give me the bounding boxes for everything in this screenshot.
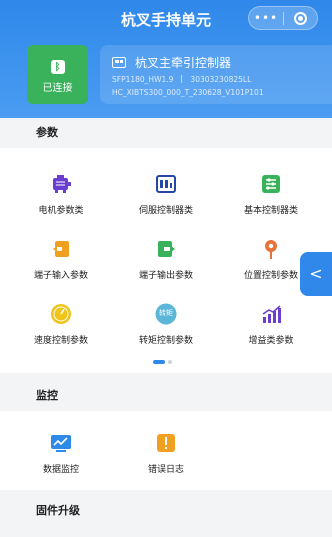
grid-item-label: 伺服控制器类: [138, 206, 193, 216]
grid-item-servo-controller[interactable]: 伺服控制器类: [111, 173, 221, 216]
data-monitor-icon: [50, 432, 72, 454]
device-info-card[interactable]: 杭叉主牵引控制器 SFP1180_HW1.9 30303230825LL HC_X…: [100, 45, 332, 104]
grid-item-torque-control[interactable]: 转矩 转矩控制参数: [111, 303, 221, 346]
connection-status-button[interactable]: ᛒ 已连接: [27, 45, 88, 104]
bluetooth-icon: ᛒ: [50, 60, 65, 74]
grid-item-gain-params[interactable]: 增益类参数: [216, 303, 326, 346]
torque-icon-badge: 转矩: [159, 309, 173, 317]
speed-gauge-icon: [50, 303, 72, 325]
grid-item-data-monitor[interactable]: 数据监控: [6, 432, 116, 475]
mini-program-capsule: •••: [248, 6, 318, 30]
grid-item-label: 速度控制参数: [33, 336, 88, 346]
device-hardware: SFP1180_HW1.9: [112, 75, 174, 84]
grid-item-error-log[interactable]: 错误日志: [111, 432, 221, 475]
section-title-params: 参数: [0, 118, 332, 148]
basic-controller-icon: [260, 173, 282, 195]
monitor-panel: 数据监控 错误日志: [0, 411, 332, 490]
grid-item-label: 错误日志: [147, 465, 184, 475]
device-serial: 30303230825LL: [190, 75, 252, 84]
more-dots-icon[interactable]: •••: [249, 7, 283, 29]
device-hw-serial: SFP1180_HW1.9 30303230825LL: [112, 75, 251, 84]
grid-item-label: 增益类参数: [248, 336, 294, 346]
motor-icon: [50, 173, 72, 195]
section-title-firmware: 固件升级: [0, 496, 332, 526]
grid-item-basic-controller[interactable]: 基本控制器类: [216, 173, 326, 216]
target-icon[interactable]: [284, 11, 317, 25]
connection-status-label: 已连接: [42, 83, 73, 94]
grid-item-label: 端子输出参数: [138, 271, 193, 281]
device-firmware: HC_XIBTS300_000_T_230628_V101P101: [112, 88, 264, 97]
app-header: 杭叉手持单元 ••• ᛒ 已连接 杭叉主牵引控制器 SFP1180_HW1.9 3…: [0, 0, 332, 118]
gain-chart-icon: [260, 303, 282, 325]
grid-item-label: 端子输入参数: [33, 271, 88, 281]
grid-item-label: 数据监控: [42, 465, 79, 475]
location-pin-icon: [260, 238, 282, 260]
grid-item-terminal-input[interactable]: 端子输入参数: [6, 238, 116, 281]
error-log-icon: [155, 432, 177, 454]
page-indicator: [153, 360, 172, 364]
grid-item-label: 转矩控制参数: [138, 336, 193, 346]
chevron-left-icon[interactable]: <: [300, 252, 332, 296]
servo-controller-icon: [155, 173, 177, 195]
page-dot-active[interactable]: [153, 360, 165, 364]
grid-item-terminal-output[interactable]: 端子输出参数: [111, 238, 221, 281]
page-dot[interactable]: [168, 360, 172, 364]
grid-item-speed-control[interactable]: 速度控制参数: [6, 303, 116, 346]
torque-icon: 转矩: [155, 303, 177, 325]
device-name: 杭叉主牵引控制器: [135, 56, 232, 70]
controller-icon: [112, 57, 126, 68]
grid-item-motor-params[interactable]: 电机参数类: [6, 173, 116, 216]
section-title-monitor: 监控: [0, 381, 332, 411]
grid-item-label: 电机参数类: [38, 206, 84, 216]
grid-item-label: 基本控制器类: [243, 206, 298, 216]
params-panel: 电机参数类 伺服控制器类 基本控制器类 端子输入参数 端子输出参数 位置控制参数: [0, 148, 332, 373]
terminal-output-icon: [155, 238, 177, 260]
terminal-input-icon: [50, 238, 72, 260]
